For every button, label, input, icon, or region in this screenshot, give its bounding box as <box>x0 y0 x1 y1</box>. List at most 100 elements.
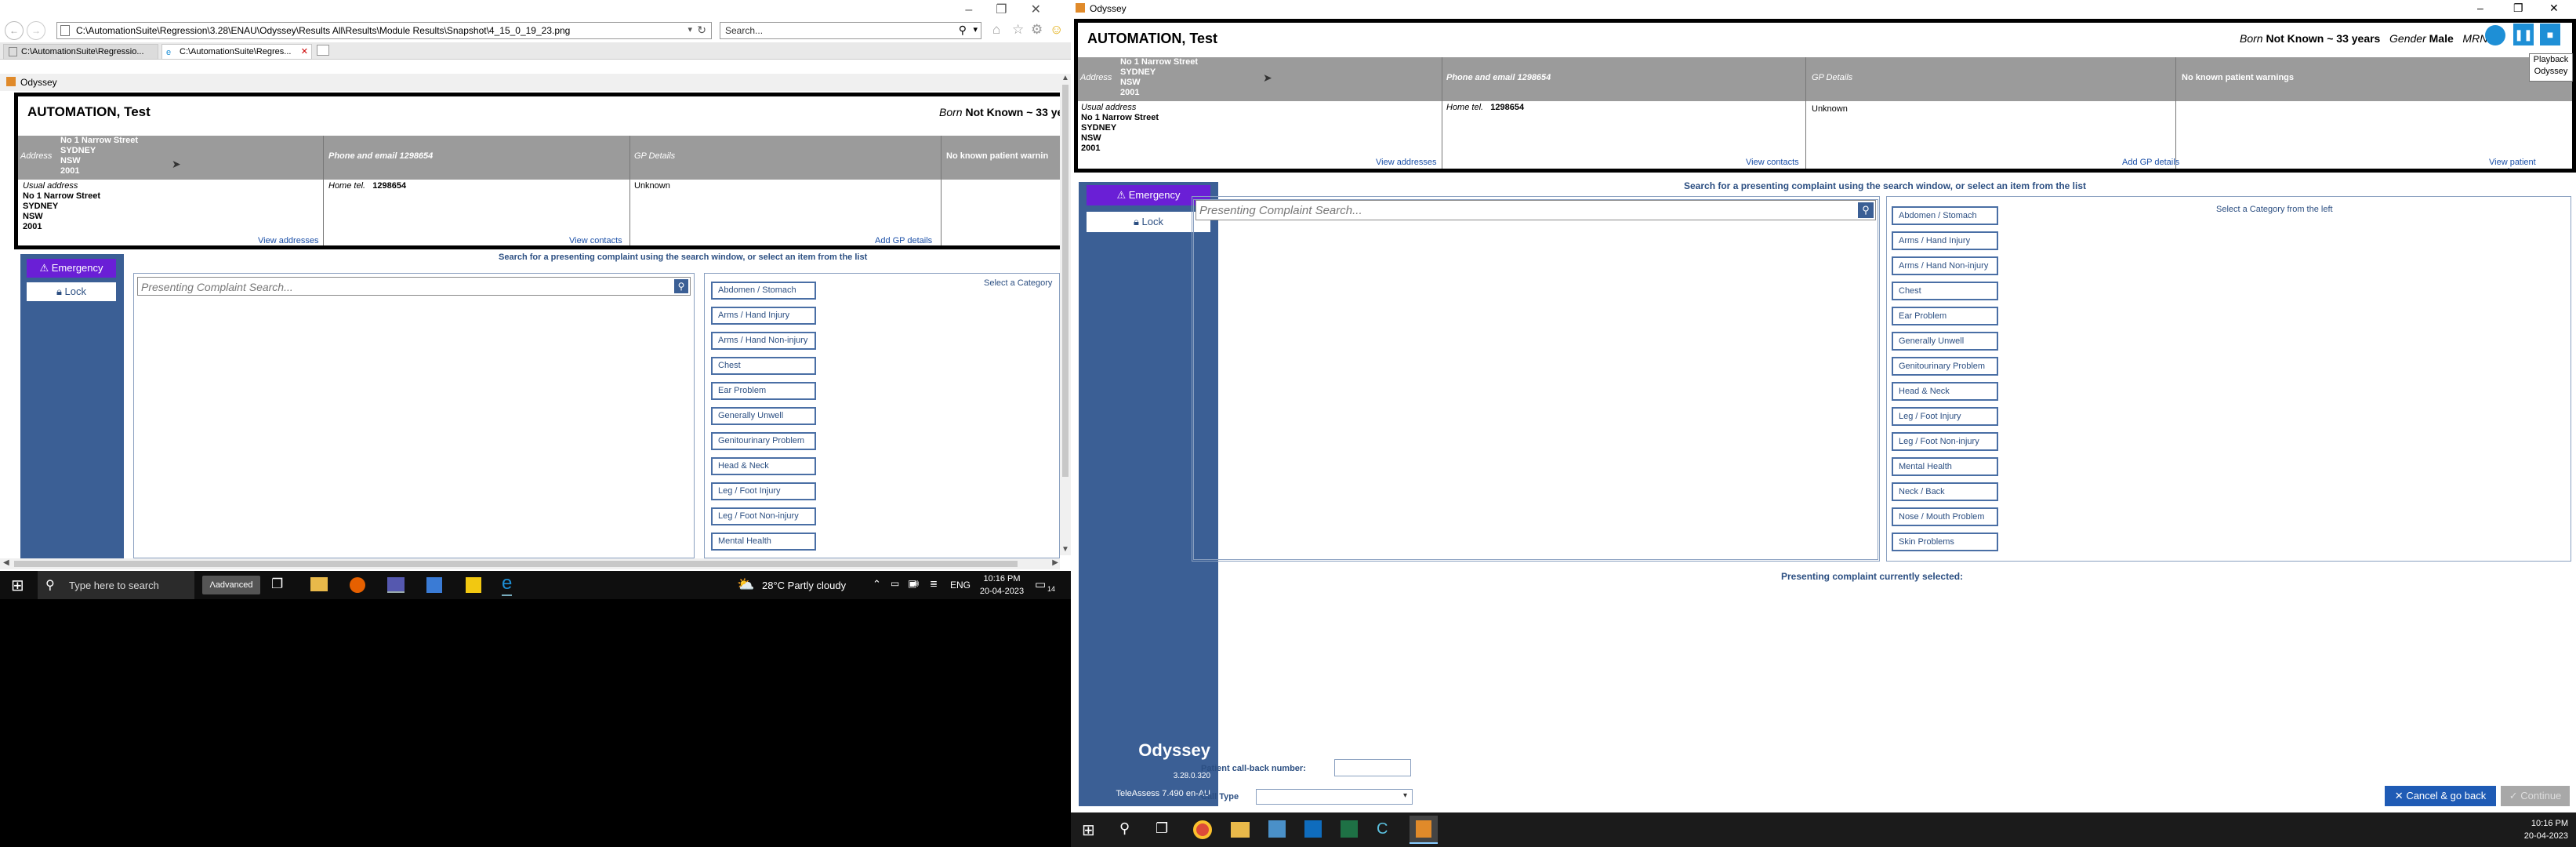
continue-button[interactable]: ✓ Continue <box>2501 786 2570 806</box>
address-text[interactable]: C:\AutomationSuite\Regression\3.28\ENAU\… <box>76 25 570 36</box>
outlook-icon[interactable] <box>1304 820 1322 838</box>
scroll-up-icon[interactable]: ▲ <box>1061 74 1069 82</box>
app-icon[interactable] <box>1268 820 1286 838</box>
app-icon[interactable]: C <box>1377 820 1394 838</box>
restore-icon[interactable]: ❐ <box>996 3 1030 16</box>
firefox-icon[interactable] <box>350 577 365 593</box>
category-head-neck[interactable]: Head & Neck <box>711 457 816 475</box>
teams-icon[interactable] <box>387 577 405 593</box>
new-tab-icon[interactable] <box>317 45 329 56</box>
file-explorer-icon[interactable] <box>1231 822 1250 838</box>
task-view-icon[interactable]: ❐ <box>1156 820 1168 837</box>
add-gp-link[interactable]: Add GP details <box>2122 158 2179 167</box>
windows-start-icon[interactable]: ⊞ <box>1082 820 1095 840</box>
category-neck-back[interactable]: Neck / Back <box>1892 482 1998 501</box>
complaint-search-input[interactable]: Presenting Complaint Search... ⚲ <box>1195 200 1876 220</box>
back-icon[interactable]: ← <box>5 21 24 40</box>
scroll-left-icon[interactable]: ◀ <box>3 558 9 567</box>
horizontal-scrollbar[interactable]: ◀ ▶ <box>0 558 1060 569</box>
ie-tab-2[interactable]: e C:\AutomationSuite\Regres... ✕ <box>161 44 312 60</box>
category-leg-non-injury[interactable]: Leg / Foot Non-injury <box>1892 432 1998 451</box>
category-leg-non-injury[interactable]: Leg / Foot Non-injury <box>711 507 816 525</box>
ie-taskbar-icon[interactable]: e <box>502 573 513 596</box>
address-bar[interactable]: C:\AutomationSuite\Regression\3.28\ENAU\… <box>56 22 712 39</box>
category-arms-non-injury[interactable]: Arms / Hand Non-injury <box>1892 256 1998 275</box>
smiley-icon[interactable]: ☺ <box>1050 22 1063 38</box>
magnifier-icon[interactable]: ⚲ <box>674 279 688 293</box>
view-addresses-link[interactable]: View addresses <box>1376 158 1436 167</box>
stop-icon[interactable]: ■ <box>2540 24 2560 45</box>
tray-chevron-icon[interactable]: ⌃ <box>873 578 881 591</box>
category-chest[interactable]: Chest <box>711 357 816 375</box>
chrome-icon[interactable] <box>1193 820 1212 839</box>
scroll-right-icon[interactable]: ▶ <box>1052 558 1058 567</box>
category-arms-non-injury[interactable]: Arms / Hand Non-injury <box>711 332 816 350</box>
language-indicator[interactable]: ENG <box>950 580 971 591</box>
ie-tab-1[interactable]: C:\AutomationSuite\Regressio... <box>3 44 158 60</box>
category-abdomen[interactable]: Abdomen / Stomach <box>711 282 816 300</box>
taskbar-clock[interactable]: 10:16 PM 20-04-2023 <box>978 573 1025 598</box>
category-genitourinary[interactable]: Genitourinary Problem <box>711 432 816 450</box>
category-generally-unwell[interactable]: Generally Unwell <box>1892 332 1998 351</box>
app-icon[interactable] <box>426 577 442 593</box>
close-icon[interactable]: ✕ <box>1031 3 1065 16</box>
view-contacts-link[interactable]: View contacts <box>1746 158 1799 167</box>
vertical-scrollbar[interactable]: ▲ ▼ <box>1060 74 1071 555</box>
search-icon[interactable]: ⚲ <box>1119 820 1130 837</box>
search-icon[interactable]: ⚲ <box>959 24 967 37</box>
minimize-icon[interactable]: – <box>2477 2 2483 14</box>
forward-icon[interactable]: → <box>27 21 45 40</box>
callback-input[interactable] <box>1334 759 1411 776</box>
add-gp-link[interactable]: Add GP details <box>875 236 932 245</box>
restore-icon[interactable]: ❐ <box>2513 2 2523 15</box>
category-leg-injury[interactable]: Leg / Foot Injury <box>1892 407 1998 426</box>
advanced-app-button[interactable]: Λadvanced <box>202 576 260 594</box>
scroll-down-icon[interactable]: ▼ <box>1061 545 1069 554</box>
category-arms-injury[interactable]: Arms / Hand Injury <box>1892 231 1998 250</box>
category-ear[interactable]: Ear Problem <box>1892 307 1998 325</box>
scroll-thumb[interactable] <box>14 561 1018 567</box>
emergency-button[interactable]: ⚠ Emergency <box>27 259 116 278</box>
home-icon[interactable]: ⌂ <box>992 22 1000 38</box>
category-nose-mouth[interactable]: Nose / Mouth Problem <box>1892 507 1998 526</box>
file-explorer-icon[interactable] <box>310 577 328 591</box>
windows-start-icon[interactable]: ⊞ <box>11 576 24 595</box>
category-genitourinary[interactable]: Genitourinary Problem <box>1892 357 1998 376</box>
dropdown-icon[interactable]: ▾ <box>688 24 692 35</box>
category-mental-health[interactable]: Mental Health <box>711 533 816 551</box>
category-mental-health[interactable]: Mental Health <box>1892 457 1998 476</box>
category-generally-unwell[interactable]: Generally Unwell <box>711 407 816 425</box>
view-addresses-link[interactable]: View addresses <box>258 236 318 245</box>
favorites-icon[interactable]: ☆ <box>1012 22 1024 38</box>
settings-gear-icon[interactable]: ⚙ <box>1031 22 1043 38</box>
close-icon[interactable]: ✕ <box>2549 2 2559 15</box>
refresh-icon[interactable]: ↻ <box>697 24 706 37</box>
view-warnings-link[interactable]: View patient warnings <box>2489 158 2572 169</box>
task-view-icon[interactable]: ❐ <box>271 576 283 592</box>
category-skin[interactable]: Skin Problems <box>1892 533 1998 551</box>
calltype-select[interactable]: ▾ <box>1256 789 1413 805</box>
category-abdomen[interactable]: Abdomen / Stomach <box>1892 206 1998 225</box>
taskbar-search-box[interactable]: ⚲ Type here to search <box>38 571 194 599</box>
ie-search-box[interactable]: Search... ⚲ ▾ <box>720 22 981 39</box>
scroll-thumb[interactable] <box>1062 85 1068 477</box>
magnifier-icon[interactable]: ⚲ <box>1858 202 1874 218</box>
close-tab-icon[interactable]: ✕ <box>301 45 308 59</box>
odyssey-taskbar-icon[interactable] <box>1410 816 1438 844</box>
category-leg-injury[interactable]: Leg / Foot Injury <box>711 482 816 500</box>
taskbar-clock[interactable]: 10:16 PM 20-04-2023 <box>2513 817 2568 842</box>
notes-icon[interactable] <box>466 577 481 593</box>
category-ear[interactable]: Ear Problem <box>711 382 816 400</box>
category-head-neck[interactable]: Head & Neck <box>1892 382 1998 401</box>
lock-button[interactable]: 🔒︎ Lock <box>27 282 116 301</box>
view-contacts-link[interactable]: View contacts <box>569 236 622 245</box>
cancel-go-back-button[interactable]: ✕ Cancel & go back <box>2385 786 2496 806</box>
category-arms-injury[interactable]: Arms / Hand Injury <box>711 307 816 325</box>
category-chest[interactable]: Chest <box>1892 282 1998 300</box>
excel-icon[interactable] <box>1341 820 1358 838</box>
volume-icon[interactable]: 🔊︎ <box>912 577 919 590</box>
dropdown-icon[interactable]: ▾ <box>973 24 978 35</box>
notification-icon[interactable]: ▭ <box>1035 577 1046 591</box>
pause-icon[interactable]: ❚❚ <box>2513 24 2534 45</box>
complaint-search-input[interactable]: Presenting Complaint Search... ⚲ <box>137 277 691 296</box>
